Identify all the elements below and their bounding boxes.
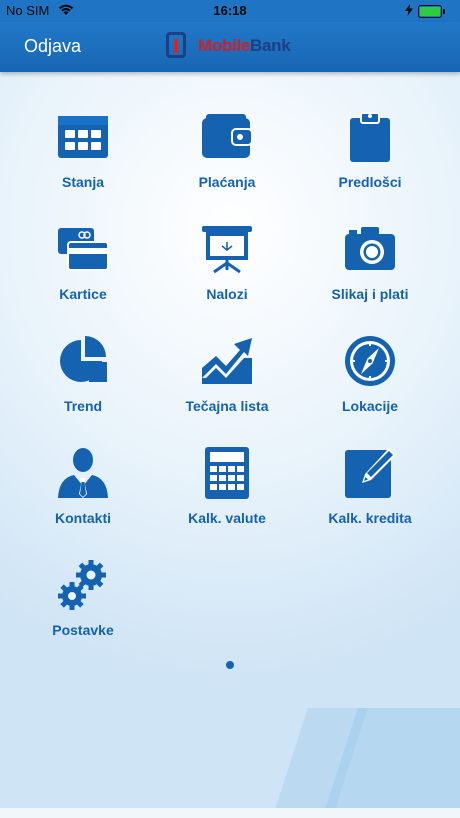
- menu-item-trend[interactable]: Trend: [18, 334, 148, 434]
- menu-item-label: Lokacije: [341, 398, 399, 414]
- page-indicator-dot: [226, 661, 234, 669]
- bottom-strip: [0, 808, 460, 818]
- trend-chart-icon: [202, 338, 252, 384]
- menu-item-lokacije[interactable]: Lokacije: [305, 334, 435, 434]
- menu-item-label: Kontakti: [55, 510, 111, 526]
- menu-item-label: Predlošci: [338, 174, 402, 190]
- gears-icon: [58, 560, 106, 610]
- menu-item-label: Tečajna lista: [185, 398, 269, 414]
- menu-item-nalozi[interactable]: Nalozi: [162, 222, 292, 322]
- menu-item-label: Stanja: [61, 174, 104, 190]
- logo-mark-icon: [166, 32, 186, 58]
- menu-item-kartice[interactable]: Kartice: [18, 222, 148, 322]
- menu-item-slikaj-i-plati[interactable]: Slikaj i plati: [305, 222, 435, 322]
- accounts-grid-icon: [58, 116, 108, 158]
- pie-chart-icon: [60, 336, 107, 382]
- contact-person-icon: [58, 448, 108, 498]
- mobilebank-logo: MobileBank: [166, 32, 306, 60]
- nav-bar: Odjava MobileBank: [0, 22, 460, 72]
- menu-item-kalk-valute[interactable]: Kalk. valute: [162, 446, 292, 546]
- logo-text-bank: Bank: [250, 36, 291, 55]
- presentation-board-icon: [202, 226, 252, 274]
- calculator-icon: [205, 447, 249, 499]
- menu-item-kontakti[interactable]: Kontakti: [18, 446, 148, 546]
- menu-item-label: Plaćanja: [198, 174, 256, 190]
- menu-item-kalk-kredita[interactable]: Kalk. kredita: [305, 446, 435, 546]
- menu-item-label: Postavke: [52, 622, 114, 638]
- edit-note-icon: [345, 448, 396, 498]
- clock: 16:18: [213, 3, 247, 18]
- battery-icon: [418, 5, 445, 18]
- status-bar: No SIM 16:18: [0, 0, 460, 22]
- menu-item-predlosci[interactable]: Predlošci: [305, 110, 435, 210]
- menu-item-postavke[interactable]: Postavke: [18, 558, 148, 658]
- logo-text-mobile: Mobile: [198, 36, 251, 55]
- menu-item-label: Kalk. kredita: [328, 510, 412, 526]
- menu-item-label: Slikaj i plati: [331, 286, 409, 302]
- wallet-icon: [202, 114, 253, 158]
- cards-icon: [58, 228, 109, 271]
- menu-item-label: Nalozi: [206, 286, 248, 302]
- menu-item-tecajna-lista[interactable]: Tečajna lista: [162, 334, 292, 434]
- menu-item-label: Kalk. valute: [188, 510, 266, 526]
- logout-button[interactable]: Odjava: [24, 36, 81, 57]
- menu-item-label: Kartice: [59, 286, 107, 302]
- camera-icon: [345, 227, 395, 270]
- compass-icon: [345, 336, 395, 386]
- menu-item-stanja[interactable]: Stanja: [18, 110, 148, 210]
- menu-item-placanja[interactable]: Plaćanja: [162, 110, 292, 210]
- clipboard-icon: [350, 112, 390, 162]
- charging-icon: [405, 4, 413, 16]
- menu-item-label: Trend: [63, 398, 103, 414]
